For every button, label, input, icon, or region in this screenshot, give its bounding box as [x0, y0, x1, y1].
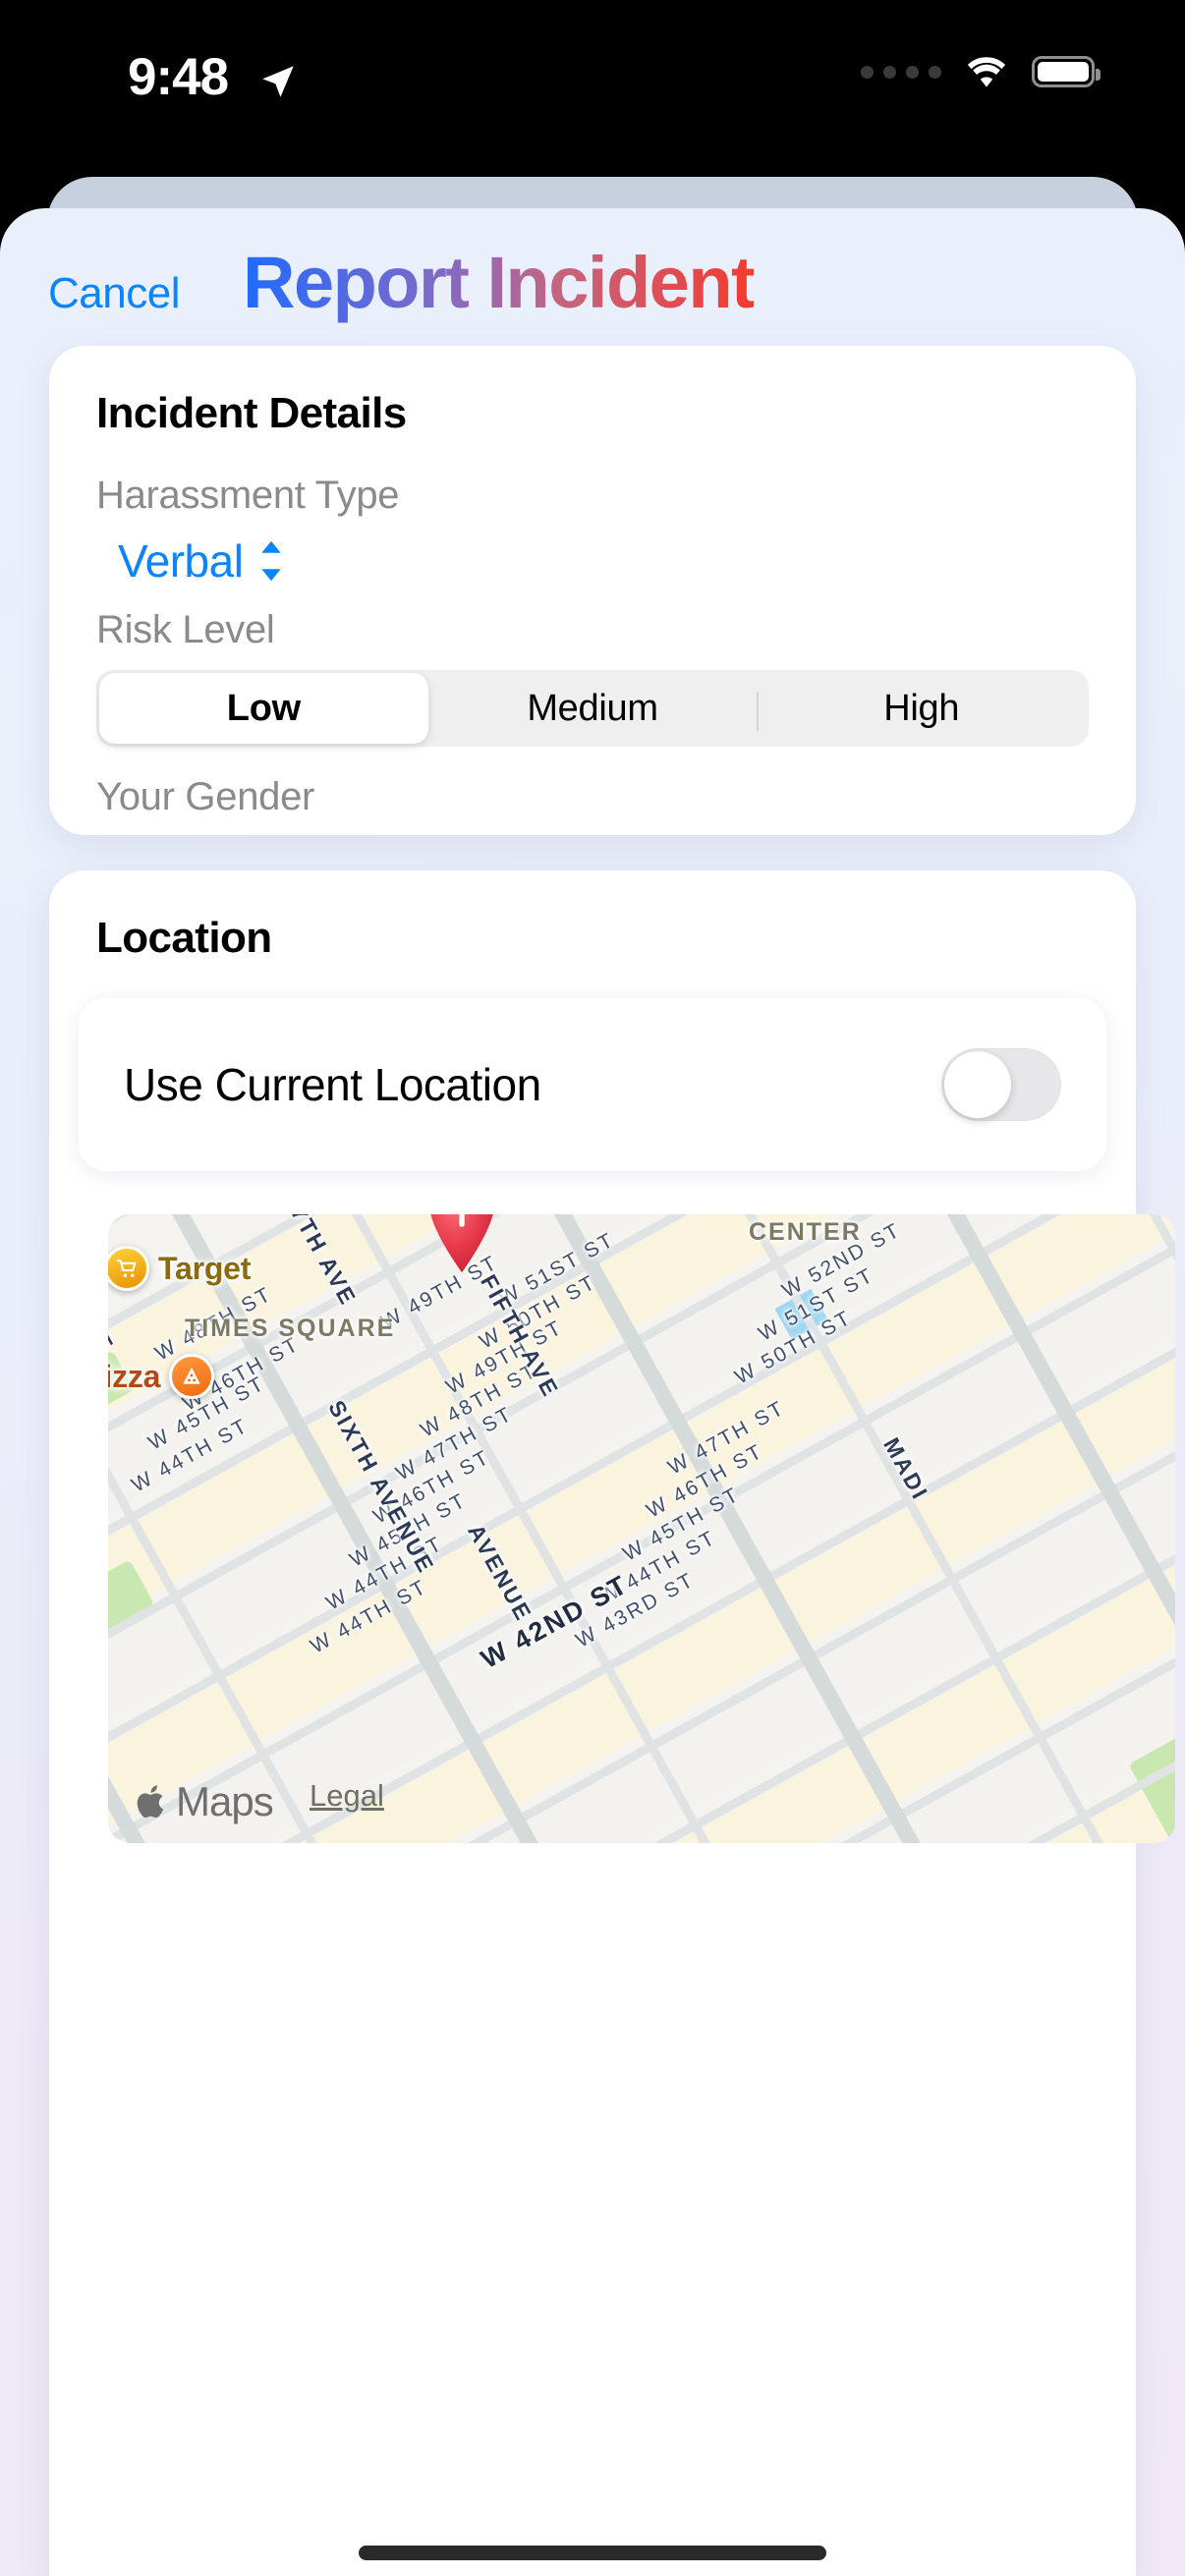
- toggle-knob: [944, 1051, 1011, 1118]
- page-title: Report Incident: [243, 242, 756, 323]
- apple-logo-icon: [137, 1785, 164, 1819]
- incident-details-heading: Incident Details: [96, 389, 407, 437]
- location-map[interactable]: W 48TH ST W 49TH ST W 45TH ST W 44TH ST …: [108, 1214, 1175, 1843]
- home-indicator[interactable]: [359, 2546, 826, 2560]
- poi-joes-pizza[interactable]: Joe's Pizza: [108, 1354, 215, 1399]
- wifi-icon: [967, 57, 1006, 87]
- location-arrow-icon: [262, 66, 294, 97]
- map-canvas: W 48TH ST W 49TH ST W 45TH ST W 44TH ST …: [108, 1214, 1175, 1843]
- iphone-screen: 9:48 Cancel Report Incident Incident Det…: [0, 0, 1185, 2576]
- shopping-cart-icon: [108, 1246, 149, 1291]
- poi-target[interactable]: Target: [108, 1246, 251, 1291]
- cellular-dots-icon: [861, 65, 941, 79]
- status-bar-indicators: [861, 55, 1100, 88]
- pizza-icon: [169, 1354, 215, 1399]
- chevron-up-down-icon: [261, 540, 282, 582]
- battery-full-icon: [1032, 56, 1100, 87]
- poi-label: Joe's Pizza: [108, 1358, 161, 1394]
- risk-level-option-high[interactable]: High: [757, 673, 1086, 744]
- harassment-type-value: Verbal: [118, 535, 244, 587]
- poi-label: Target: [158, 1250, 252, 1286]
- use-current-location-row[interactable]: Use Current Location: [79, 998, 1106, 1171]
- location-heading: Location: [96, 914, 272, 962]
- location-card: Location Use Current Location W 48TH ST …: [49, 870, 1175, 2576]
- risk-level-option-low[interactable]: Low: [99, 673, 428, 744]
- risk-level-label: Risk Level: [96, 608, 275, 651]
- maps-wordmark: Maps: [176, 1778, 274, 1824]
- status-bar: 9:48: [0, 0, 1185, 157]
- use-current-location-label: Use Current Location: [124, 1059, 541, 1110]
- map-attribution: Maps: [136, 1778, 274, 1825]
- map-pin-icon[interactable]: [423, 1214, 500, 1274]
- report-incident-sheet: Cancel Report Incident Incident Details …: [0, 208, 1185, 2576]
- risk-level-segmented-control[interactable]: Low Medium High: [96, 670, 1089, 747]
- cancel-button[interactable]: Cancel: [48, 269, 180, 318]
- gender-label: Your Gender: [96, 775, 315, 818]
- map-labels: W 48TH ST W 49TH ST W 45TH ST W 44TH ST …: [108, 1214, 934, 1721]
- risk-level-option-medium[interactable]: Medium: [428, 673, 758, 744]
- map-legal-link[interactable]: Legal: [310, 1778, 384, 1814]
- status-bar-time: 9:48: [128, 48, 229, 106]
- harassment-type-picker[interactable]: Verbal: [118, 534, 286, 588]
- use-current-location-toggle[interactable]: [941, 1048, 1061, 1121]
- harassment-type-label: Harassment Type: [96, 474, 400, 517]
- incident-details-card: Incident Details Harassment Type Verbal …: [49, 346, 1136, 835]
